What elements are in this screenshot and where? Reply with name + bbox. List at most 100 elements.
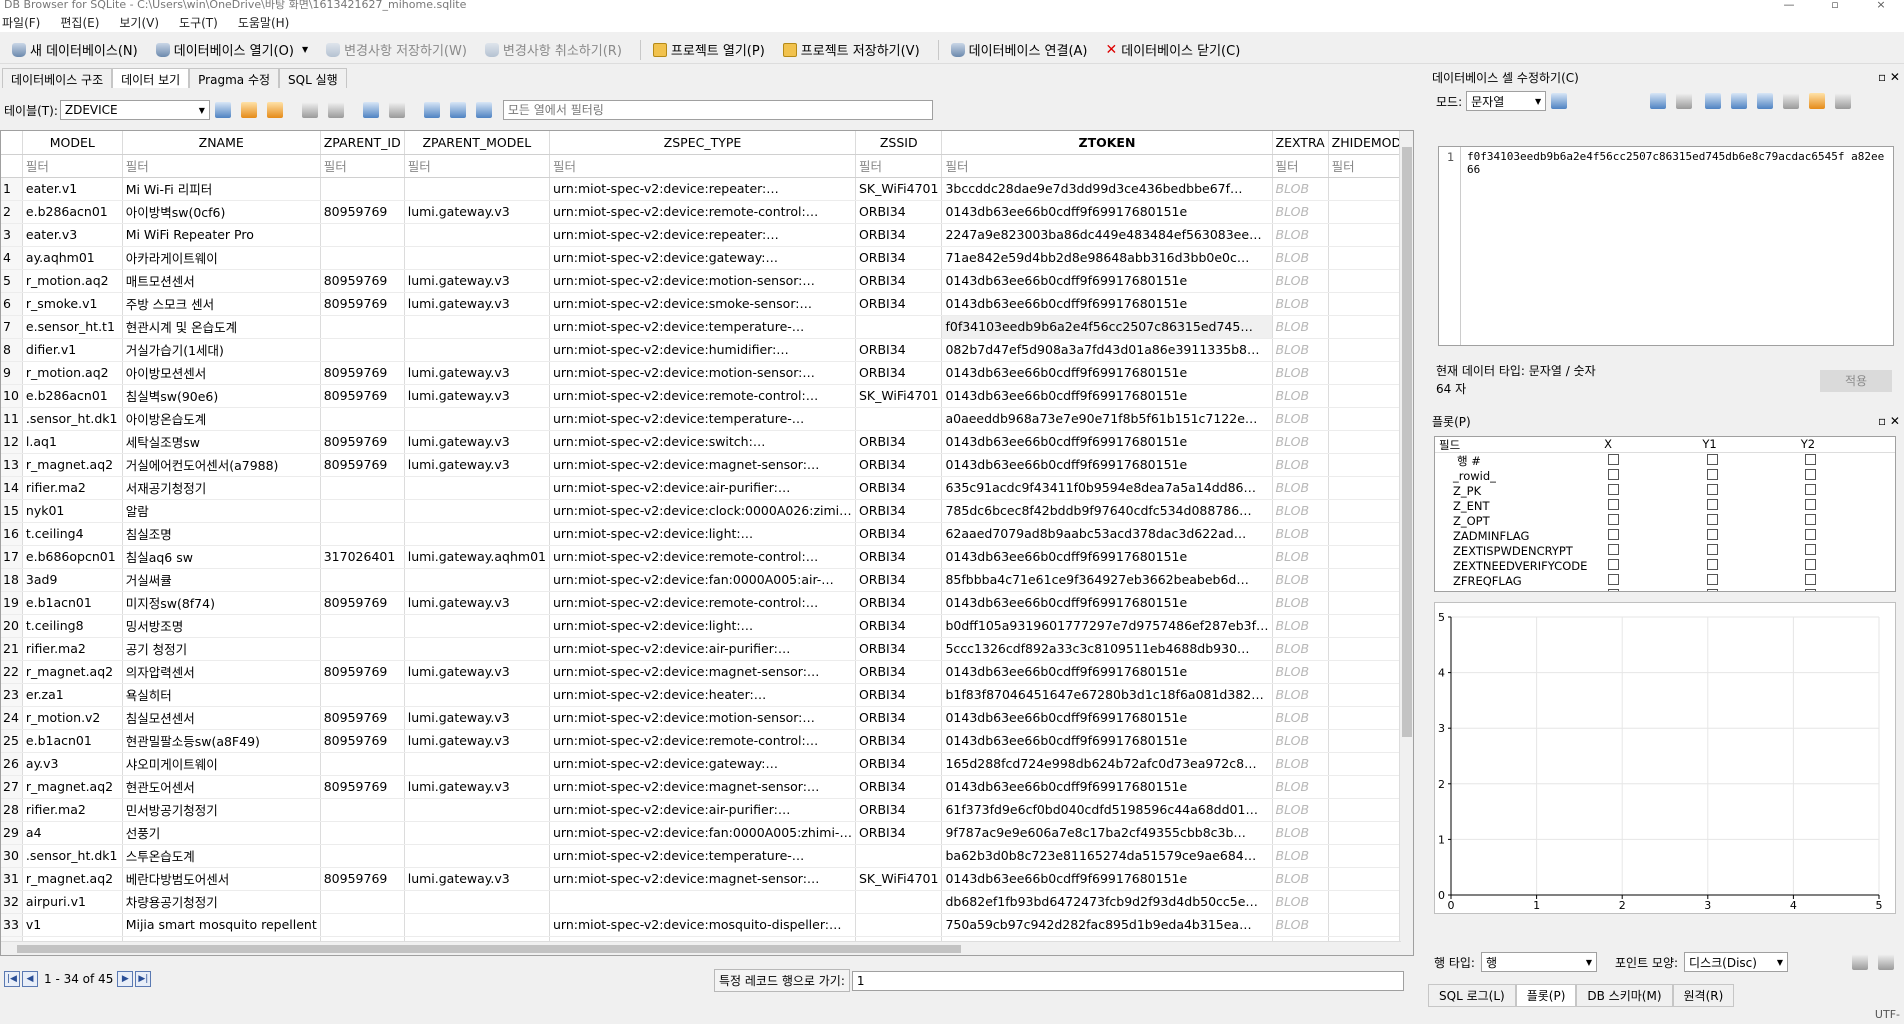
column-filter-input[interactable]: 필터 (122, 154, 321, 178)
table-cell[interactable]: 공기 청정기 (122, 637, 321, 661)
table-cell[interactable]: BLOB (1272, 384, 1329, 408)
table-row[interactable]: 19 e.b1acn01 미지정sw(8f74) 80959769 lumi.gatew… (1, 591, 1413, 615)
column-filter-input[interactable]: 필터 (404, 154, 551, 178)
table-cell[interactable]: 0143db63ee66b0cdff9f69917680151e (941, 706, 1273, 730)
table-cell[interactable]: db682ef1fb93bd6472473fcb9d2f93d4db50cc5e… (941, 890, 1273, 914)
table-cell[interactable]: ORBI34 (855, 568, 943, 592)
table-cell[interactable]: er.za1 (22, 683, 123, 707)
table-cell[interactable]: r_magnet.aq2 (22, 775, 123, 799)
open-project-button[interactable]: 프로젝트 열기(P) (647, 38, 771, 62)
table-cell[interactable]: ORBI34 (855, 476, 943, 500)
table-cell[interactable] (855, 844, 943, 868)
column-header[interactable]: MODEL (22, 131, 123, 155)
table-cell[interactable] (855, 407, 943, 431)
table-cell[interactable]: BLOB (1272, 407, 1329, 431)
table-cell[interactable]: urn:miot-spec-v2:device:gateway:… (549, 752, 856, 776)
tab-db-schema[interactable]: DB 스키마(M) (1576, 984, 1673, 1007)
table-cell[interactable]: urn:miot-spec-v2:device:remote-control:… (549, 545, 856, 569)
table-cell[interactable]: ORBI34 (855, 499, 943, 523)
table-cell[interactable]: 80959769 (320, 361, 405, 385)
table-cell[interactable]: 선풍기 (122, 821, 321, 845)
table-cell[interactable]: 80959769 (320, 660, 405, 684)
table-cell[interactable]: e.sensor_ht.t1 (22, 315, 123, 339)
table-row[interactable]: 28 rifier.ma2 민서방공기청정기 urn:miot-spec-v2:dev… (1, 798, 1413, 822)
table-row[interactable]: 25 e.b1acn01 현관밀팔소등sw(a8F49) 80959769 lumi.g… (1, 729, 1413, 753)
new-database-button[interactable]: 새 데이터베이스(N) (6, 38, 144, 62)
apply-button[interactable]: 적용 (1820, 370, 1892, 392)
table-cell[interactable]: 082b7d47ef5d908a3a7fd43d01a86e3911335b8… (941, 338, 1273, 362)
export-icon[interactable] (1731, 93, 1748, 109)
table-cell[interactable]: 차량용공기청정기 (122, 890, 321, 914)
pane-float-close-icon[interactable]: ▫ ✕ (1878, 70, 1900, 84)
plot-y2-checkbox[interactable] (1804, 558, 1816, 570)
table-cell[interactable]: BLOB (1272, 315, 1329, 339)
last-record-icon[interactable]: ▶| (135, 971, 152, 987)
table-cell[interactable]: ORBI34 (855, 223, 943, 247)
table-cell[interactable]: 0143db63ee66b0cdff9f69917680151e (941, 384, 1273, 408)
table-cell[interactable]: ORBI34 (855, 614, 943, 638)
plot-y2-checkbox[interactable] (1804, 528, 1816, 540)
table-cell[interactable]: 침실벽sw(90e6) (122, 384, 321, 408)
column-filter-input[interactable]: 필터 (22, 154, 123, 178)
table-cell[interactable]: 165d288fcd724e998db624b72afc0d73ea972c8… (941, 752, 1273, 776)
table-row[interactable]: 16 t.ceiling4 침실조명 urn:miot-spec-v2:device:… (1, 522, 1413, 546)
plot-y1-checkbox[interactable] (1706, 483, 1718, 495)
indent-icon[interactable] (1676, 93, 1693, 109)
table-cell[interactable]: ORBI34 (855, 821, 943, 845)
plot-y2-checkbox[interactable] (1804, 468, 1816, 480)
table-cell[interactable] (404, 913, 551, 937)
table-cell[interactable]: Mi Wi-Fi 리피터 (122, 177, 321, 201)
plot-x-checkbox[interactable] (1608, 513, 1620, 525)
row-number-header[interactable] (1, 131, 23, 155)
table-cell[interactable]: ORBI34 (855, 453, 943, 477)
table-cell[interactable]: 0143db63ee66b0cdff9f69917680151e (941, 430, 1273, 454)
table-cell[interactable]: b0dff105a9319601777297e7d9757486ef287eb3… (941, 614, 1273, 638)
horizontal-scrollbar[interactable] (1, 941, 1401, 955)
table-cell[interactable]: urn:miot-spec-v2:device:remote-control:… (549, 729, 856, 753)
table-cell[interactable]: urn:miot-spec-v2:device:magnet-sensor:… (549, 660, 856, 684)
table-row[interactable]: 22 r_magnet.aq2 의자압력센서 80959769 lumi.gateway… (1, 660, 1413, 684)
plot-field-row[interactable]: Z_ENT (1435, 498, 1895, 513)
table-row[interactable]: 29 a4 선풍기 urn:miot-spec-v2:device:fan:0000A… (1, 821, 1413, 845)
open-database-button[interactable]: 데이터베이스 열기(O) ▼ (150, 38, 314, 62)
plot-field-row[interactable]: ZISFROMSERVER (1435, 588, 1895, 591)
plot-y1-checkbox[interactable] (1706, 528, 1718, 540)
revert-changes-button[interactable]: 변경사항 취소하기(R) (479, 38, 628, 62)
table-cell[interactable] (549, 890, 856, 914)
table-cell[interactable]: 62aaed7079ad8b9aabc53acd378dac3d622ad… (941, 522, 1273, 546)
table-cell[interactable] (320, 407, 405, 431)
table-cell[interactable]: ORBI34 (855, 752, 943, 776)
plot-x-checkbox[interactable] (1608, 468, 1620, 480)
table-row[interactable]: 8 difier.v1 거실가습기(1세대) urn:miot-spec-v2:dev… (1, 338, 1413, 362)
first-record-icon[interactable]: |◀ (4, 971, 20, 987)
table-cell[interactable]: lumi.gateway.v3 (404, 729, 551, 753)
table-cell[interactable]: ORBI34 (855, 729, 943, 753)
table-cell[interactable]: 0143db63ee66b0cdff9f69917680151e (941, 545, 1273, 569)
table-cell[interactable]: BLOB (1272, 706, 1329, 730)
menu-help[interactable]: 도움말(H) (238, 14, 290, 31)
print-cell-icon[interactable] (1835, 93, 1852, 109)
plot-field-row[interactable]: ZEXTNEEDVERIFYCODE (1435, 558, 1895, 573)
table-cell[interactable]: ORBI34 (855, 522, 943, 546)
table-cell[interactable]: r_motion.aq2 (22, 269, 123, 293)
import-icon[interactable] (1705, 93, 1722, 109)
table-cell[interactable]: ay.aqhm01 (22, 246, 123, 270)
table-row[interactable]: 18 3ad9 거실써큘 urn:miot-spec-v2:device:fan:00… (1, 568, 1413, 592)
table-cell[interactable]: BLOB (1272, 913, 1329, 937)
table-cell[interactable]: 0143db63ee66b0cdff9f69917680151e (941, 200, 1273, 224)
table-cell[interactable]: lumi.gateway.v3 (404, 706, 551, 730)
table-cell[interactable]: BLOB (1272, 591, 1329, 615)
find-replace-icon[interactable] (449, 102, 466, 118)
plot-y2-checkbox[interactable] (1804, 573, 1816, 585)
table-cell[interactable]: a0aeeddb968a73e7e90e71f8b5f61b151c7122e… (941, 407, 1273, 431)
table-row[interactable]: 3 eater.v3 Mi WiFi Repeater Pro urn:miot-sp… (1, 223, 1413, 247)
table-cell[interactable] (404, 844, 551, 868)
clear-filters-icon[interactable] (240, 102, 257, 118)
table-cell[interactable]: lumi.gateway.aqhm01 (404, 545, 551, 569)
table-cell[interactable]: 거실써큘 (122, 568, 321, 592)
column-filter-input[interactable]: 필터 (855, 154, 943, 178)
table-cell[interactable]: e.b686opcn01 (22, 545, 123, 569)
point-shape-select[interactable]: 디스크(Disc) ▼ (1684, 952, 1789, 972)
table-cell[interactable]: ORBI34 (855, 798, 943, 822)
table-cell[interactable]: BLOB (1272, 246, 1329, 270)
